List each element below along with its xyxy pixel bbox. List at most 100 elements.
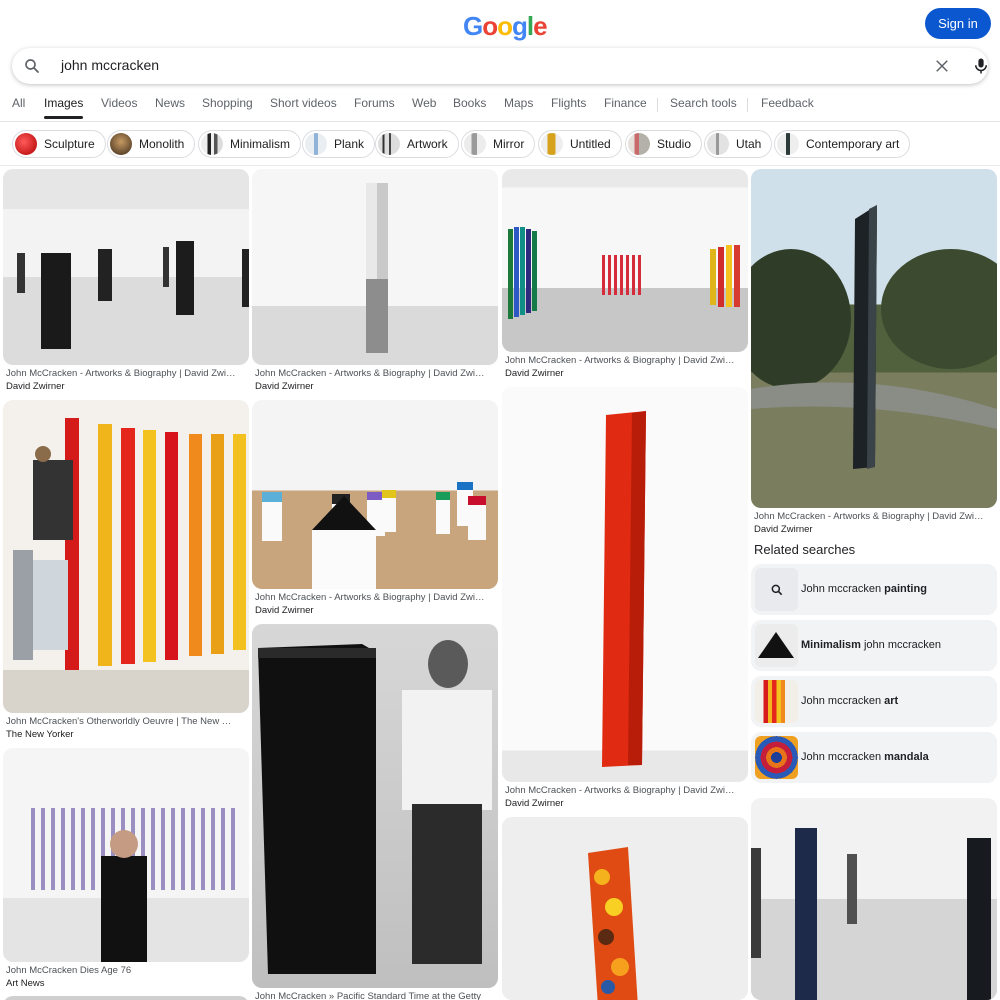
chip-untitled[interactable]: Untitled — [538, 130, 622, 158]
chip-sculpture[interactable]: Sculpture — [12, 130, 106, 158]
related-thumbnail — [755, 568, 798, 611]
image-result[interactable] — [502, 387, 748, 782]
related-search-item[interactable]: Minimalism john mccracken — [751, 620, 997, 671]
result-caption[interactable]: John McCracken - Artworks & Biography | … — [6, 367, 236, 393]
search-input[interactable]: john mccracken — [61, 57, 861, 73]
chip-label: Artwork — [407, 137, 448, 151]
chip-thumbnail — [378, 133, 400, 155]
result-title: John McCracken - Artworks & Biography | … — [505, 785, 735, 796]
image-result[interactable] — [3, 748, 249, 962]
result-caption[interactable]: John McCracken's Otherworldly Oeuvre | T… — [6, 715, 236, 741]
chip-contemporary-art[interactable]: Contemporary art — [774, 130, 911, 158]
related-bold: painting — [884, 583, 927, 595]
tab-search-tools[interactable]: Search tools — [670, 96, 737, 110]
google-logo[interactable]: Google — [463, 11, 548, 42]
result-source: David Zwirner — [754, 524, 813, 535]
related-text: John mccracken — [801, 751, 885, 763]
chip-label: Studio — [657, 137, 692, 151]
chip-label: Contemporary art — [806, 137, 900, 151]
chip-thumbnail — [15, 133, 37, 155]
tab-news[interactable]: News — [155, 96, 185, 110]
result-caption[interactable]: John McCracken » Pacific Standard Time a… — [255, 990, 485, 1000]
search-tabs: All Images Videos News Shopping Short vi… — [0, 92, 1000, 122]
result-source: David Zwirner — [6, 381, 65, 392]
chip-thumbnail — [628, 133, 650, 155]
gallery-image — [602, 411, 646, 767]
chip-monolith[interactable]: Monolith — [107, 130, 196, 158]
chip-artwork[interactable]: Artwork — [375, 130, 459, 158]
result-source: The New Yorker — [6, 729, 74, 740]
mic-icon[interactable] — [972, 56, 990, 76]
tab-finance[interactable]: Finance — [604, 96, 647, 110]
gallery-image — [366, 183, 388, 353]
tab-videos[interactable]: Videos — [101, 96, 137, 110]
chip-plank[interactable]: Plank — [302, 130, 376, 158]
result-caption[interactable]: John McCracken - Artworks & Biography | … — [255, 367, 485, 393]
result-source: David Zwirner — [505, 368, 564, 379]
chip-thumbnail — [541, 133, 563, 155]
related-search-item[interactable]: John mccracken art — [751, 676, 997, 727]
chip-label: Untitled — [570, 137, 611, 151]
result-source: David Zwirner — [505, 798, 564, 809]
image-result[interactable] — [3, 400, 249, 713]
image-result[interactable] — [751, 798, 997, 1000]
logo-letter: o — [497, 11, 513, 41]
result-title: John McCracken - Artworks & Biography | … — [255, 592, 485, 603]
tab-short-videos[interactable]: Short videos — [270, 96, 337, 110]
image-result[interactable] — [751, 169, 997, 508]
gallery-image — [751, 205, 997, 469]
related-bold: mandala — [884, 751, 929, 763]
chip-studio[interactable]: Studio — [625, 130, 703, 158]
search-box: john mccracken — [12, 48, 988, 84]
image-result[interactable] — [3, 996, 249, 1000]
related-text: john mccracken — [860, 639, 941, 651]
gallery-image — [751, 828, 991, 1000]
related-thumbnail — [755, 736, 798, 779]
result-caption[interactable]: John McCracken - Artworks & Biography | … — [505, 354, 735, 380]
tab-books[interactable]: Books — [453, 96, 486, 110]
image-result[interactable] — [252, 169, 498, 365]
related-label: Minimalism john mccracken — [801, 639, 941, 651]
chip-label: Sculpture — [44, 137, 95, 151]
tab-feedback[interactable]: Feedback — [761, 96, 814, 110]
related-label: John mccracken art — [801, 695, 898, 707]
chip-minimalism[interactable]: Minimalism — [198, 130, 301, 158]
tab-maps[interactable]: Maps — [504, 96, 533, 110]
logo-letter: g — [512, 11, 528, 41]
sign-in-button[interactable]: Sign in — [925, 8, 991, 39]
image-result[interactable] — [502, 169, 748, 352]
image-result[interactable] — [502, 817, 748, 1000]
related-label: John mccracken mandala — [801, 751, 929, 763]
chip-thumbnail — [464, 133, 486, 155]
result-caption[interactable]: John McCracken - Artworks & Biography | … — [505, 784, 735, 810]
chip-label: Plank — [334, 137, 365, 151]
image-result[interactable] — [252, 624, 498, 988]
image-result[interactable] — [252, 400, 498, 589]
tab-divider — [657, 98, 658, 112]
tab-flights[interactable]: Flights — [551, 96, 586, 110]
related-search-item[interactable]: John mccracken painting — [751, 564, 997, 615]
chip-mirror[interactable]: Mirror — [461, 130, 536, 158]
chip-thumbnail — [110, 133, 132, 155]
result-title: John McCracken - Artworks & Biography | … — [255, 368, 485, 379]
tab-shopping[interactable]: Shopping — [202, 96, 253, 110]
result-caption[interactable]: John McCracken - Artworks & Biography | … — [754, 510, 984, 536]
chip-thumbnail — [201, 133, 223, 155]
result-caption[interactable]: John McCracken Dies Age 76 Art News — [6, 964, 236, 990]
result-source: Art News — [6, 978, 45, 989]
related-search-item[interactable]: John mccracken mandala — [751, 732, 997, 783]
tab-forums[interactable]: Forums — [354, 96, 395, 110]
search-icon[interactable] — [23, 57, 41, 75]
chip-label: Monolith — [139, 137, 185, 151]
result-caption[interactable]: John McCracken - Artworks & Biography | … — [255, 591, 485, 617]
related-text: John mccracken — [801, 695, 885, 707]
tab-web[interactable]: Web — [412, 96, 436, 110]
gallery-image — [3, 808, 249, 962]
image-result[interactable] — [3, 169, 249, 365]
close-icon[interactable] — [933, 57, 951, 75]
chip-utah[interactable]: Utah — [704, 130, 773, 158]
tab-all[interactable]: All — [12, 96, 25, 110]
tab-images[interactable]: Images — [44, 96, 84, 119]
gallery-image — [508, 227, 740, 319]
result-title: John McCracken » Pacific Standard Time a… — [255, 991, 481, 1000]
